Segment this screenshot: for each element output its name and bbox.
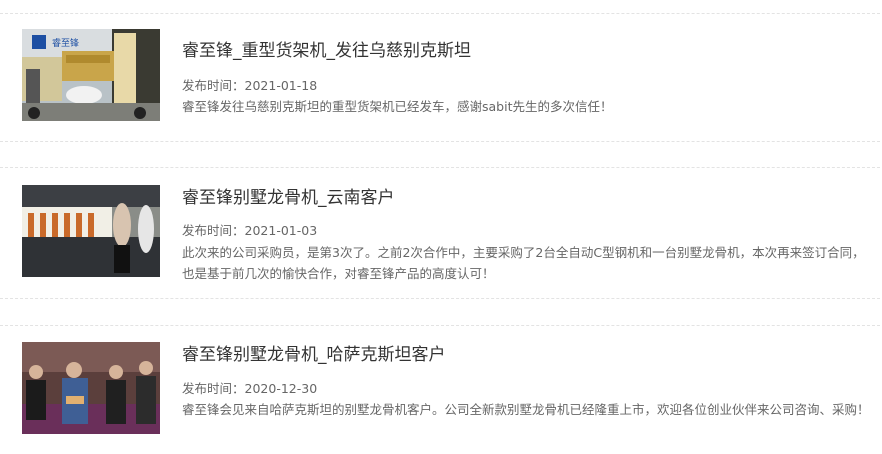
truck-loading-photo[interactable]: 睿至锋 (22, 29, 160, 121)
date-value: 2021-01-03 (244, 223, 318, 238)
date-label: 发布时间： (182, 223, 245, 238)
article-summary: 此次来的公司采购员，是第3次了。之前2次合作中，主要采购了2台全自动C型钢机和一… (182, 245, 865, 281)
date-label: 发布时间： (182, 78, 245, 93)
divider (0, 141, 880, 142)
article-date: 发布时间：2021-01-18 (182, 77, 317, 95)
divider (0, 298, 880, 299)
photo-watermark: 睿至锋 (52, 37, 79, 49)
divider (0, 167, 880, 168)
article-title[interactable]: 睿至锋_重型货架机_发往乌慈别克斯坦 (182, 40, 471, 62)
article-date: 发布时间：2020-12-30 (182, 380, 317, 398)
article-summary: 睿至锋发往乌慈别克斯坦的重型货架机已经发车，感谢sabit先生的多次信任！ (182, 99, 613, 114)
date-value: 2021-01-18 (244, 78, 318, 93)
article-date: 发布时间：2021-01-03 (182, 222, 317, 240)
news-list: 睿至锋 睿至锋_重型货架机_发往乌慈别克斯坦 发布时间：2021-01-18 睿… (0, 0, 882, 454)
date-label: 发布时间： (182, 381, 245, 396)
divider (0, 13, 880, 14)
factory-visit-photo[interactable] (22, 185, 160, 277)
divider (0, 325, 880, 326)
date-value: 2020-12-30 (244, 381, 318, 396)
article-title[interactable]: 睿至锋别墅龙骨机_哈萨克斯坦客户 (182, 344, 446, 366)
article-title[interactable]: 睿至锋别墅龙骨机_云南客户 (182, 187, 395, 209)
article-summary: 睿至锋会见来自哈萨克斯坦的别墅龙骨机客户。公司全新款别墅龙骨机已经隆重上市，欢迎… (182, 402, 870, 417)
group-photo[interactable] (22, 342, 160, 434)
